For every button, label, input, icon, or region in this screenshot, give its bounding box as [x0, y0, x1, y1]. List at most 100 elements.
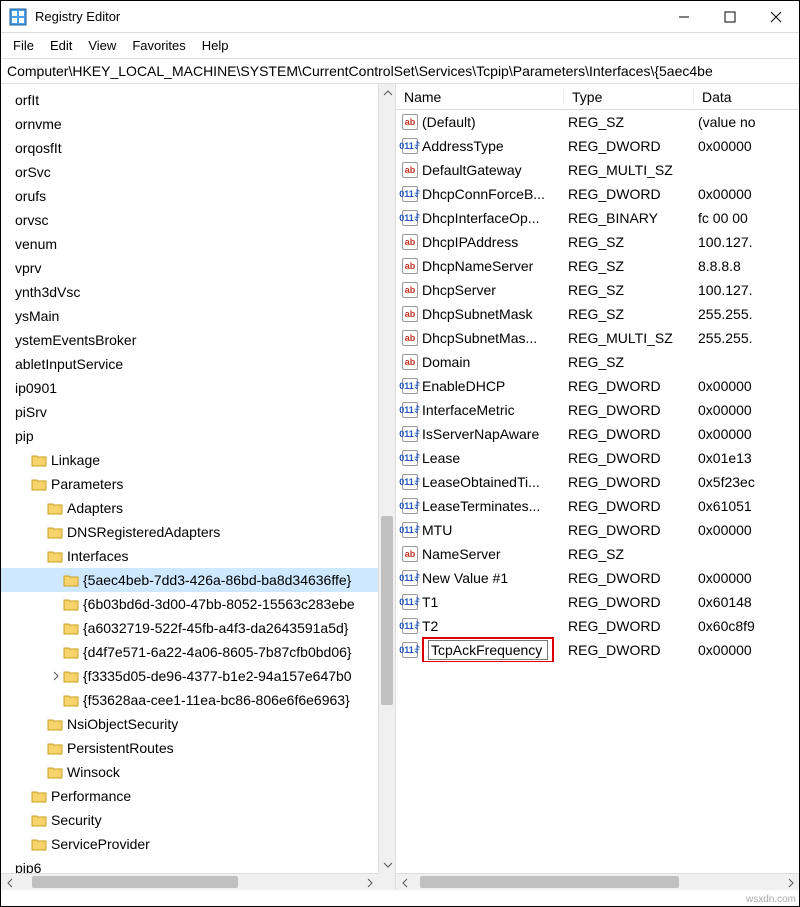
- value-row[interactable]: (Default)REG_SZ(value no: [396, 110, 799, 134]
- tree-item[interactable]: venum: [1, 232, 395, 256]
- value-type: REG_SZ: [564, 354, 694, 370]
- value-row[interactable]: T1REG_DWORD0x60148: [396, 590, 799, 614]
- expander-icon[interactable]: [49, 671, 63, 681]
- tree-item[interactable]: orSvc: [1, 160, 395, 184]
- tree-item[interactable]: Performance: [1, 784, 395, 808]
- menu-help[interactable]: Help: [196, 36, 235, 55]
- value-type: REG_DWORD: [564, 498, 694, 514]
- tree-item[interactable]: DNSRegisteredAdapters: [1, 520, 395, 544]
- value-row[interactable]: InterfaceMetricREG_DWORD0x00000: [396, 398, 799, 422]
- value-name: [422, 637, 564, 662]
- address-bar[interactable]: Computer\HKEY_LOCAL_MACHINE\SYSTEM\Curre…: [1, 59, 799, 84]
- column-data[interactable]: Data: [694, 89, 799, 105]
- menu-edit[interactable]: Edit: [44, 36, 78, 55]
- tree-item[interactable]: ysMain: [1, 304, 395, 328]
- value-name: EnableDHCP: [422, 378, 564, 394]
- scroll-thumb[interactable]: [420, 876, 678, 888]
- value-row[interactable]: DhcpConnForceB...REG_DWORD0x00000: [396, 182, 799, 206]
- tree-item[interactable]: PersistentRoutes: [1, 736, 395, 760]
- scroll-right-icon[interactable]: [782, 874, 799, 890]
- tree-item[interactable]: Winsock: [1, 760, 395, 784]
- tree-item[interactable]: ip0901: [1, 376, 395, 400]
- tree-item[interactable]: ystemEventsBroker: [1, 328, 395, 352]
- column-type[interactable]: Type: [564, 89, 694, 105]
- tree-item[interactable]: vprv: [1, 256, 395, 280]
- tree-item[interactable]: ServiceProvider: [1, 832, 395, 856]
- value-row[interactable]: NameServerREG_SZ: [396, 542, 799, 566]
- tree-item[interactable]: pip: [1, 424, 395, 448]
- tree-item[interactable]: {a6032719-522f-45fb-a4f3-da2643591a5d}: [1, 616, 395, 640]
- value-row[interactable]: LeaseObtainedTi...REG_DWORD0x5f23ec: [396, 470, 799, 494]
- rename-edit-box[interactable]: [422, 637, 554, 662]
- folder-icon: [31, 789, 47, 803]
- tree-item[interactable]: Linkage: [1, 448, 395, 472]
- scroll-thumb[interactable]: [32, 876, 238, 888]
- menu-view[interactable]: View: [82, 36, 122, 55]
- rename-input[interactable]: [428, 640, 548, 660]
- tree-item[interactable]: {5aec4beb-7dd3-426a-86bd-ba8d34636ffe}: [1, 568, 395, 592]
- tree-item[interactable]: NsiObjectSecurity: [1, 712, 395, 736]
- value-name: NameServer: [422, 546, 564, 562]
- tree-item[interactable]: {6b03bd6d-3d00-47bb-8052-15563c283ebe: [1, 592, 395, 616]
- value-row[interactable]: IsServerNapAwareREG_DWORD0x00000: [396, 422, 799, 446]
- tree-item[interactable]: {d4f7e571-6a22-4a06-8605-7b87cfb0bd06}: [1, 640, 395, 664]
- tree-item[interactable]: orvsc: [1, 208, 395, 232]
- value-row[interactable]: DhcpSubnetMaskREG_SZ255.255.: [396, 302, 799, 326]
- column-name[interactable]: Name: [396, 89, 564, 105]
- list-header[interactable]: Name Type Data: [396, 84, 799, 110]
- folder-icon: [47, 549, 63, 563]
- menu-favorites[interactable]: Favorites: [126, 36, 191, 55]
- tree-item[interactable]: ynth3dVsc: [1, 280, 395, 304]
- maximize-button[interactable]: [707, 1, 753, 33]
- value-row[interactable]: REG_DWORD0x00000: [396, 638, 799, 662]
- value-row[interactable]: New Value #1REG_DWORD0x00000: [396, 566, 799, 590]
- value-row[interactable]: DhcpInterfaceOp...REG_BINARYfc 00 00: [396, 206, 799, 230]
- tree-horizontal-scrollbar[interactable]: [1, 873, 378, 890]
- value-row[interactable]: DefaultGatewayREG_MULTI_SZ: [396, 158, 799, 182]
- scroll-up-icon[interactable]: [379, 84, 396, 101]
- scroll-thumb[interactable]: [381, 516, 393, 705]
- tree-item-label: abletInputService: [15, 356, 123, 372]
- tree-item[interactable]: orfIt: [1, 88, 395, 112]
- tree-item[interactable]: piSrv: [1, 400, 395, 424]
- scroll-down-icon[interactable]: [379, 856, 396, 873]
- tree-vertical-scrollbar[interactable]: [378, 84, 395, 873]
- minimize-button[interactable]: [661, 1, 707, 33]
- folder-icon: [47, 765, 63, 779]
- dword-value-icon: [402, 522, 418, 538]
- registry-tree[interactable]: orfItornvmeorqosfItorSvcorufsorvscvenumv…: [1, 84, 395, 880]
- value-row[interactable]: T2REG_DWORD0x60c8f9: [396, 614, 799, 638]
- value-row[interactable]: EnableDHCPREG_DWORD0x00000: [396, 374, 799, 398]
- value-row[interactable]: LeaseTerminates...REG_DWORD0x61051: [396, 494, 799, 518]
- tree-item[interactable]: Security: [1, 808, 395, 832]
- value-row[interactable]: DhcpNameServerREG_SZ8.8.8.8: [396, 254, 799, 278]
- folder-icon: [47, 525, 63, 539]
- tree-item[interactable]: Parameters: [1, 472, 395, 496]
- values-list[interactable]: (Default)REG_SZ(value noAddressTypeREG_D…: [396, 110, 799, 662]
- tree-item[interactable]: {f53628aa-cee1-11ea-bc86-806e6f6e6963}: [1, 688, 395, 712]
- value-type: REG_DWORD: [564, 426, 694, 442]
- value-row[interactable]: AddressTypeREG_DWORD0x00000: [396, 134, 799, 158]
- close-button[interactable]: [753, 1, 799, 33]
- value-row[interactable]: MTUREG_DWORD0x00000: [396, 518, 799, 542]
- value-row[interactable]: DomainREG_SZ: [396, 350, 799, 374]
- tree-item[interactable]: orufs: [1, 184, 395, 208]
- tree-item-label: NsiObjectSecurity: [67, 716, 178, 732]
- folder-icon: [63, 669, 79, 683]
- value-row[interactable]: DhcpServerREG_SZ100.127.: [396, 278, 799, 302]
- tree-item[interactable]: Interfaces: [1, 544, 395, 568]
- string-value-icon: [402, 330, 418, 346]
- menu-file[interactable]: File: [7, 36, 40, 55]
- value-row[interactable]: DhcpIPAddressREG_SZ100.127.: [396, 230, 799, 254]
- scroll-left-icon[interactable]: [1, 874, 18, 890]
- tree-item[interactable]: Adapters: [1, 496, 395, 520]
- value-row[interactable]: DhcpSubnetMas...REG_MULTI_SZ255.255.: [396, 326, 799, 350]
- tree-item[interactable]: {f3335d05-de96-4377-b1e2-94a157e647b0: [1, 664, 395, 688]
- value-row[interactable]: LeaseREG_DWORD0x01e13: [396, 446, 799, 470]
- scroll-right-icon[interactable]: [361, 874, 378, 890]
- list-horizontal-scrollbar[interactable]: [396, 873, 799, 890]
- scroll-left-icon[interactable]: [396, 874, 413, 890]
- tree-item[interactable]: abletInputService: [1, 352, 395, 376]
- tree-item[interactable]: orqosfIt: [1, 136, 395, 160]
- tree-item[interactable]: ornvme: [1, 112, 395, 136]
